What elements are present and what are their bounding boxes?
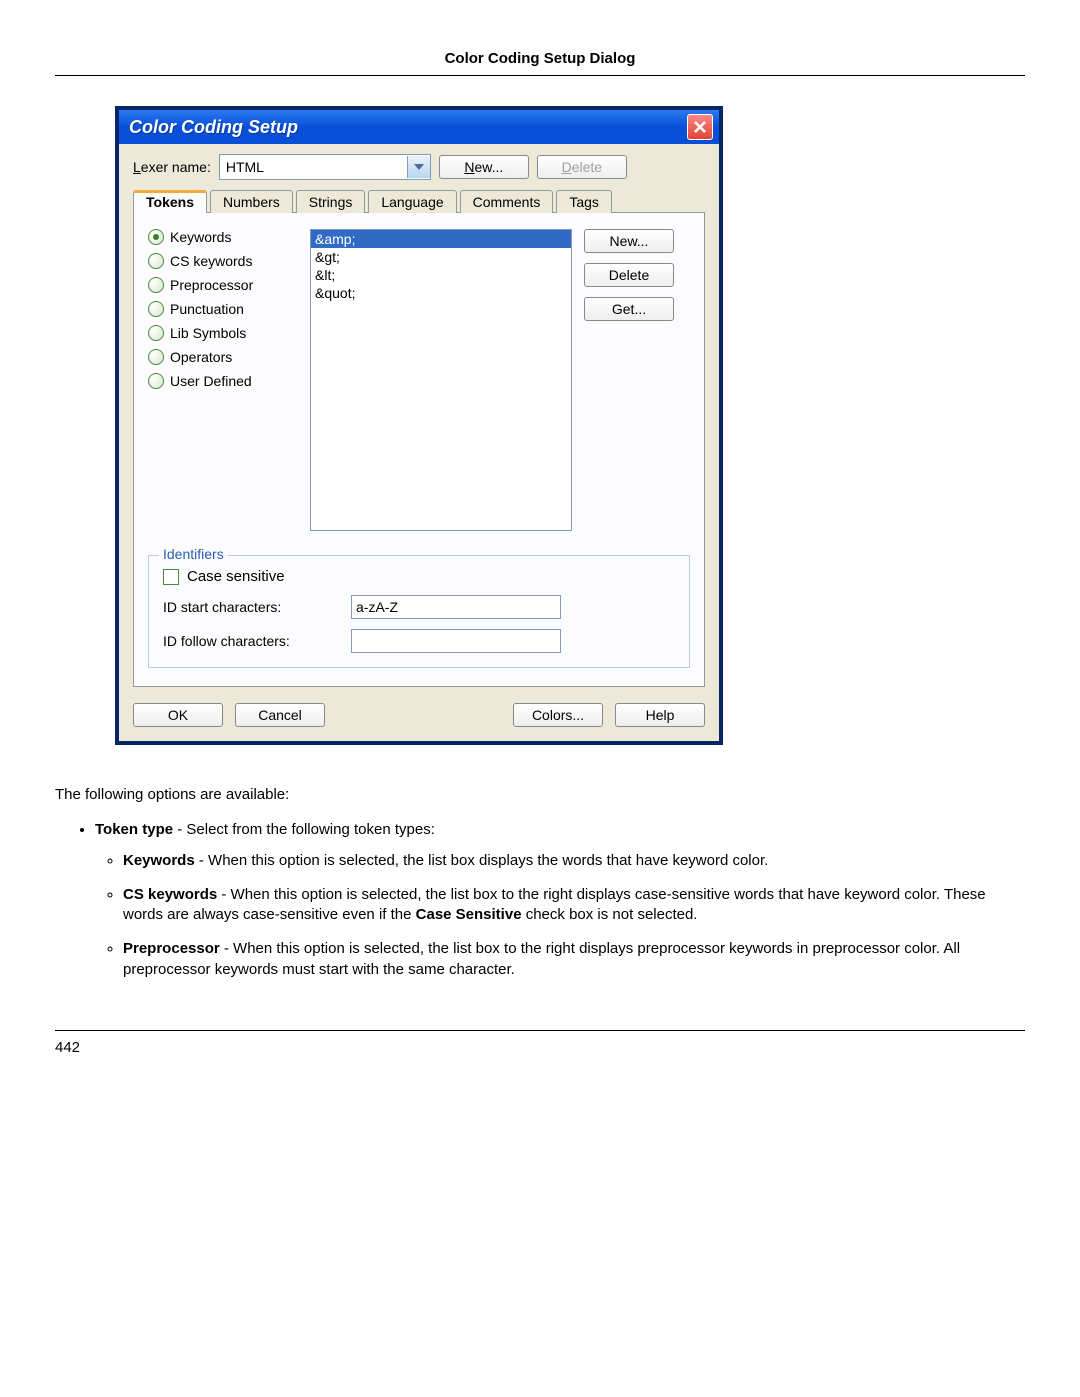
doc-token-type: Token type - Select from the following t…	[95, 820, 1025, 980]
radio-preprocessor[interactable]: Preprocessor	[148, 277, 298, 293]
radio-icon	[148, 325, 164, 341]
tab-strings[interactable]: Strings	[296, 190, 366, 213]
radio-user-defined[interactable]: User Defined	[148, 373, 298, 389]
page-number: 442	[55, 1030, 1025, 1056]
token-type-text: - Select from the following token types:	[173, 821, 435, 838]
radio-label: Lib Symbols	[170, 325, 246, 341]
id-follow-label: ID follow characters:	[163, 633, 343, 649]
list-item[interactable]: &quot;	[311, 284, 571, 302]
tab-language[interactable]: Language	[368, 190, 456, 213]
bottom-buttons: OK Cancel Colors... Help	[133, 703, 705, 727]
titlebar-text: Color Coding Setup	[129, 117, 298, 138]
radio-icon	[148, 253, 164, 269]
token-listbox[interactable]: &amp; &gt; &lt; &quot;	[310, 229, 572, 531]
token-type-radios: Keywords CS keywords Preprocessor P	[148, 229, 298, 531]
list-item[interactable]: &gt;	[311, 248, 571, 266]
kw-bold: Keywords	[123, 852, 195, 869]
list-item[interactable]: &lt;	[311, 266, 571, 284]
radio-label: CS keywords	[170, 253, 252, 269]
radio-punctuation[interactable]: Punctuation	[148, 301, 298, 317]
tab-numbers[interactable]: Numbers	[210, 190, 293, 213]
doc-keywords: Keywords - When this option is selected,…	[123, 851, 1025, 871]
dialog-window: Color Coding Setup Lexer name: HTML New.…	[115, 106, 723, 745]
radio-lib-symbols[interactable]: Lib Symbols	[148, 325, 298, 341]
radio-keywords[interactable]: Keywords	[148, 229, 298, 245]
list-item[interactable]: &amp;	[311, 230, 571, 248]
token-delete-button[interactable]: Delete	[584, 263, 674, 287]
case-sensitive-label: Case sensitive	[187, 568, 285, 585]
radio-label: Punctuation	[170, 301, 244, 317]
lexer-row: Lexer name: HTML New... Delete	[133, 154, 705, 180]
radio-icon	[148, 301, 164, 317]
radio-cs-keywords[interactable]: CS keywords	[148, 253, 298, 269]
id-follow-input[interactable]	[351, 629, 561, 653]
tab-comments[interactable]: Comments	[460, 190, 554, 213]
chevron-down-icon	[407, 156, 430, 178]
radio-icon	[148, 277, 164, 293]
case-sensitive-checkbox[interactable]	[163, 569, 179, 585]
radio-label: Keywords	[170, 229, 231, 245]
radio-icon	[148, 349, 164, 365]
doc-cs-keywords: CS keywords - When this option is select…	[123, 885, 1025, 926]
doc-preprocessor: Preprocessor - When this option is selec…	[123, 939, 1025, 980]
token-type-bold: Token type	[95, 821, 173, 838]
tab-tokens[interactable]: Tokens	[133, 190, 207, 213]
token-side-buttons: New... Delete Get...	[584, 229, 674, 531]
colors-button[interactable]: Colors...	[513, 703, 603, 727]
lexer-label: Lexer name:	[133, 159, 211, 175]
radio-label: Operators	[170, 349, 232, 365]
radio-label: Preprocessor	[170, 277, 253, 293]
lexer-combo[interactable]: HTML	[219, 154, 431, 180]
close-button[interactable]	[687, 114, 713, 140]
radio-operators[interactable]: Operators	[148, 349, 298, 365]
doc-intro: The following options are available:	[55, 785, 1025, 805]
id-start-input[interactable]: a-zA-Z	[351, 595, 561, 619]
identifiers-legend: Identifiers	[159, 546, 228, 562]
cskw-bold: CS keywords	[123, 886, 217, 903]
cancel-button[interactable]: Cancel	[235, 703, 325, 727]
id-start-label: ID start characters:	[163, 599, 343, 615]
cskw-bold-2: Case Sensitive	[416, 906, 522, 923]
tab-panel-tokens: Keywords CS keywords Preprocessor P	[133, 212, 705, 687]
page-heading: Color Coding Setup Dialog	[55, 50, 1025, 76]
pp-text: - When this option is selected, the list…	[123, 940, 960, 977]
radio-icon	[148, 229, 164, 245]
radio-label: User Defined	[170, 373, 252, 389]
kw-text: - When this option is selected, the list…	[195, 852, 769, 869]
lexer-delete-button: Delete	[537, 155, 627, 179]
dialog-body: Lexer name: HTML New... Delete Tokens Nu…	[119, 144, 719, 741]
tabs: Tokens Numbers Strings Language Comments…	[133, 190, 705, 213]
help-button[interactable]: Help	[615, 703, 705, 727]
radio-icon	[148, 373, 164, 389]
titlebar: Color Coding Setup	[119, 110, 719, 144]
lexer-combo-value: HTML	[220, 159, 407, 175]
token-get-button[interactable]: Get...	[584, 297, 674, 321]
ok-button[interactable]: OK	[133, 703, 223, 727]
close-icon	[693, 120, 707, 134]
tab-tags[interactable]: Tags	[556, 190, 612, 213]
pp-bold: Preprocessor	[123, 940, 220, 957]
case-sensitive-row[interactable]: Case sensitive	[163, 568, 675, 585]
doc-text: The following options are available: Tok…	[55, 785, 1025, 980]
cskw-text-2: check box is not selected.	[522, 906, 698, 923]
token-new-button[interactable]: New...	[584, 229, 674, 253]
identifiers-fieldset: Identifiers Case sensitive ID start char…	[148, 555, 690, 668]
lexer-new-button[interactable]: New...	[439, 155, 529, 179]
id-start-value: a-zA-Z	[356, 599, 398, 615]
